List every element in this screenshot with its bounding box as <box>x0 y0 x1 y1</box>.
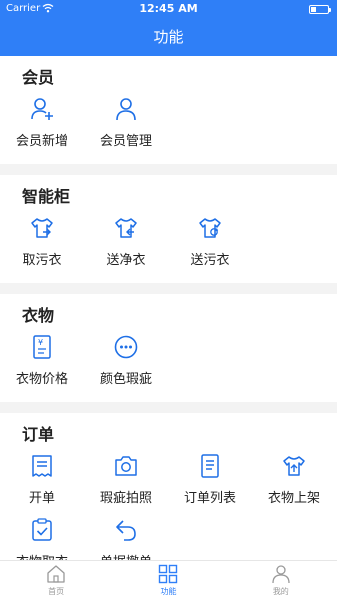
tab-label: 首页 <box>48 587 65 596</box>
send-dirty-clothes-button[interactable]: 送污衣 <box>168 211 252 275</box>
clothes-pickup-button[interactable]: 衣物取衣 <box>0 513 84 560</box>
clothes-shelve-button[interactable]: 衣物上架 <box>252 449 336 513</box>
user-icon <box>116 98 136 121</box>
shirt-refresh-icon <box>199 218 221 238</box>
tab-label: 我的 <box>272 587 289 596</box>
section-title: 订单 <box>22 425 55 444</box>
section-title: 会员 <box>22 68 55 87</box>
document-icon <box>201 454 219 478</box>
defect-photo-button[interactable]: 瑕疵拍照 <box>84 449 168 513</box>
shirt-out-icon <box>31 218 53 238</box>
receipt-icon <box>32 455 52 477</box>
deliver-clean-clothes-button[interactable]: 送净衣 <box>84 211 168 275</box>
order-revoke-button[interactable]: 单据撤单 <box>84 513 168 560</box>
item-label: 会员新增 <box>15 134 68 149</box>
tab-home[interactable]: 首页 <box>0 561 112 600</box>
shirt-in-icon <box>115 218 137 238</box>
camera-icon <box>115 456 137 476</box>
clipboard-check-icon <box>32 518 52 541</box>
grid-icon <box>159 564 178 584</box>
item-label: 会员管理 <box>99 134 152 149</box>
order-list-button[interactable]: 订单列表 <box>168 449 252 513</box>
member-manage-button[interactable]: 会员管理 <box>84 92 168 156</box>
more-circle-icon <box>114 335 138 359</box>
status-time: 12:45 AM <box>139 2 198 15</box>
item-label: 衣物价格 <box>15 372 68 387</box>
tab-label: 功能 <box>160 587 177 596</box>
clothes-price-button[interactable]: ¥ 衣物价格 <box>0 330 84 394</box>
tab-bar: 首页 功能 我的 <box>0 560 337 600</box>
color-defect-button[interactable]: 颜色瑕疵 <box>84 330 168 394</box>
status-bar: Carrier 12:45 AM <box>0 0 337 20</box>
page-title: 功能 <box>153 28 184 46</box>
item-label: 单据撤单 <box>84 551 168 560</box>
home-icon <box>47 565 65 583</box>
item-label: 颜色瑕疵 <box>99 372 152 387</box>
tab-mine[interactable]: 我的 <box>225 561 337 600</box>
price-tag-icon: ¥ <box>33 335 51 359</box>
create-order-button[interactable]: 开单 <box>0 449 84 513</box>
tab-functions[interactable]: 功能 <box>112 561 224 600</box>
item-label: 瑕疵拍照 <box>99 491 152 506</box>
add-user-icon <box>31 98 53 120</box>
item-label: 订单列表 <box>183 491 236 506</box>
section-title: 智能柜 <box>22 187 71 206</box>
item-label: 送污衣 <box>190 253 230 268</box>
function-list: 会员 会员新增 会员管理 智能柜 取污衣 送净衣 送污衣 衣物 ¥ 衣物价格 颜… <box>0 56 337 560</box>
item-label: 衣物取衣 <box>0 551 84 560</box>
section-order: 订单 开单 瑕疵拍照 订单列表 衣物上架 <box>0 413 337 560</box>
profile-icon <box>272 565 290 584</box>
shirt-upload-icon <box>283 456 305 476</box>
item-label: 衣物上架 <box>267 491 320 506</box>
item-label: 开单 <box>28 491 55 506</box>
take-dirty-clothes-button[interactable]: 取污衣 <box>0 211 84 275</box>
section-clothes: 衣物 ¥ 衣物价格 颜色瑕疵 <box>0 294 337 402</box>
battery-icon <box>309 5 331 14</box>
app-header: Carrier 12:45 AM 功能 <box>0 0 337 56</box>
section-smart-locker: 智能柜 取污衣 送净衣 送污衣 <box>0 175 337 283</box>
undo-icon <box>116 520 136 541</box>
svg-text:¥: ¥ <box>38 338 43 347</box>
section-title: 衣物 <box>22 306 55 325</box>
item-label: 取污衣 <box>22 253 62 268</box>
member-add-button[interactable]: 会员新增 <box>0 92 84 156</box>
item-label: 送净衣 <box>106 253 146 268</box>
section-member: 会员 会员新增 会员管理 <box>0 56 337 164</box>
